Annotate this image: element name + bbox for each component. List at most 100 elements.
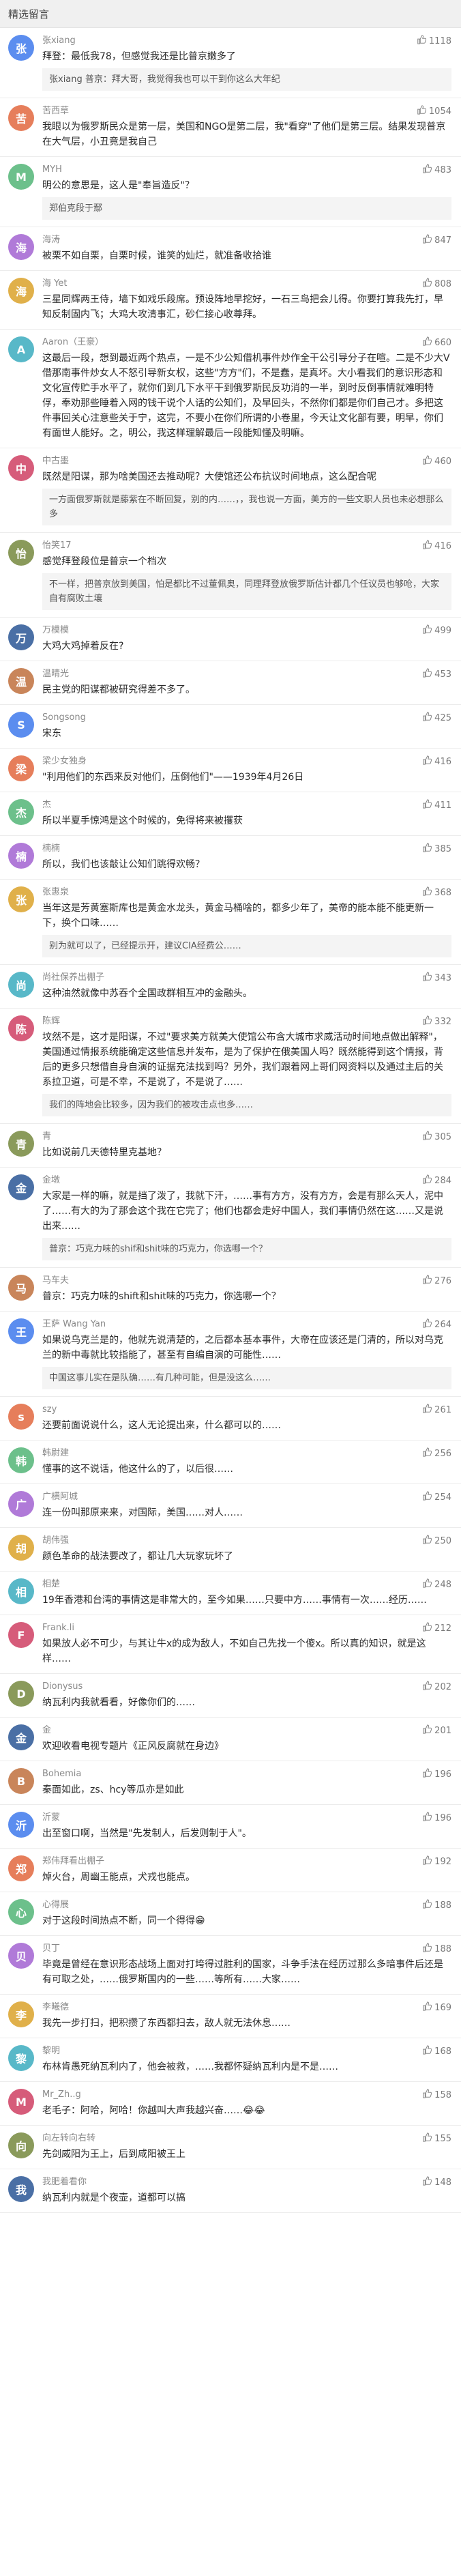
comment-author[interactable]: 海涛 — [42, 234, 451, 246]
avatar[interactable]: 梁 — [8, 755, 34, 781]
avatar[interactable]: 贝 — [8, 1943, 34, 1969]
comment-author[interactable]: Bohemia — [42, 1768, 451, 1780]
like-button[interactable]: 202 — [422, 1681, 451, 1693]
like-button[interactable]: 460 — [422, 455, 451, 467]
avatar[interactable]: M — [8, 164, 34, 190]
comment-author[interactable]: 怡笑17 — [42, 540, 451, 552]
like-button[interactable]: 332 — [422, 1015, 451, 1028]
avatar[interactable]: F — [8, 1622, 34, 1648]
avatar[interactable]: 苦 — [8, 105, 34, 131]
avatar[interactable]: 王 — [8, 1318, 34, 1344]
like-button[interactable]: 425 — [422, 712, 451, 724]
comment-author[interactable]: 向左转向右转 — [42, 2132, 451, 2145]
avatar[interactable]: 陈 — [8, 1015, 34, 1041]
like-button[interactable]: 416 — [422, 755, 451, 768]
like-button[interactable]: 256 — [422, 1447, 451, 1460]
avatar[interactable]: 马 — [8, 1275, 34, 1301]
avatar[interactable]: A — [8, 336, 34, 362]
avatar[interactable]: 郑 — [8, 1855, 34, 1881]
like-button[interactable]: 155 — [422, 2132, 451, 2145]
comment-author[interactable]: 尚社保养出棚子 — [42, 972, 451, 984]
avatar[interactable]: 胡 — [8, 1535, 34, 1561]
comment-author[interactable]: 李曦德 — [42, 2001, 451, 2014]
like-button[interactable]: 305 — [422, 1131, 451, 1143]
like-button[interactable]: 196 — [422, 1768, 451, 1780]
like-button[interactable]: 453 — [422, 668, 451, 680]
comment-author[interactable]: 心得展 — [42, 1899, 451, 1911]
avatar[interactable]: 韩 — [8, 1447, 34, 1473]
comment-author[interactable]: 黎明 — [42, 2045, 451, 2057]
like-button[interactable]: 158 — [422, 2089, 451, 2101]
like-button[interactable]: 264 — [422, 1318, 451, 1331]
avatar[interactable]: 万 — [8, 624, 34, 650]
avatar[interactable]: 张 — [8, 886, 34, 912]
avatar[interactable]: s — [8, 1404, 34, 1430]
like-button[interactable]: 148 — [422, 2176, 451, 2188]
like-button[interactable]: 368 — [422, 886, 451, 899]
comment-author[interactable]: 张xiang — [42, 35, 451, 47]
avatar[interactable]: 怡 — [8, 540, 34, 566]
like-button[interactable]: 192 — [422, 1855, 451, 1868]
comment-author[interactable]: Songsong — [42, 712, 451, 724]
like-button[interactable]: 499 — [422, 624, 451, 637]
comment-author[interactable]: Frank.li — [42, 1622, 451, 1634]
comment-author[interactable]: 金墩 — [42, 1174, 451, 1187]
like-button[interactable]: 483 — [422, 164, 451, 176]
avatar[interactable]: B — [8, 1768, 34, 1794]
comment-author[interactable]: 苦西草 — [42, 105, 451, 117]
avatar[interactable]: 相 — [8, 1578, 34, 1604]
avatar[interactable]: 杰 — [8, 799, 34, 825]
comment-author[interactable]: 万模模 — [42, 624, 451, 637]
like-button[interactable]: 188 — [422, 1943, 451, 1955]
like-button[interactable]: 343 — [422, 972, 451, 984]
like-button[interactable]: 385 — [422, 843, 451, 855]
comment-author[interactable]: 温晴光 — [42, 668, 451, 680]
like-button[interactable]: 276 — [422, 1275, 451, 1287]
like-button[interactable]: 808 — [422, 278, 451, 290]
like-button[interactable]: 1054 — [417, 105, 451, 117]
comment-author[interactable]: 楠楠 — [42, 843, 451, 855]
comment-author[interactable]: 金 — [42, 1724, 451, 1737]
comment-author[interactable]: 郑伟拜看出棚子 — [42, 1855, 451, 1868]
comment-author[interactable]: szy — [42, 1404, 451, 1416]
avatar[interactable]: M — [8, 2089, 34, 2115]
like-button[interactable]: 660 — [422, 336, 451, 349]
avatar[interactable]: 心 — [8, 1899, 34, 1925]
avatar[interactable]: 青 — [8, 1131, 34, 1157]
comment-author[interactable]: 贝丁 — [42, 1943, 451, 1955]
like-button[interactable]: 416 — [422, 540, 451, 552]
like-button[interactable]: 284 — [422, 1174, 451, 1187]
like-button[interactable]: 248 — [422, 1578, 451, 1591]
comment-author[interactable]: 杰 — [42, 799, 451, 811]
comment-author[interactable]: 韩尉建 — [42, 1447, 451, 1460]
avatar[interactable]: 我 — [8, 2176, 34, 2202]
comment-author[interactable]: 胡伟强 — [42, 1535, 451, 1547]
comment-author[interactable]: 马车夫 — [42, 1275, 451, 1287]
avatar[interactable]: 张 — [8, 35, 34, 61]
avatar[interactable]: D — [8, 1681, 34, 1707]
like-button[interactable]: 188 — [422, 1899, 451, 1911]
like-button[interactable]: 1118 — [417, 35, 451, 47]
comment-author[interactable]: 梁少女独身 — [42, 755, 451, 768]
avatar[interactable]: 李 — [8, 2001, 34, 2027]
like-button[interactable]: 411 — [422, 799, 451, 811]
comment-author[interactable]: 沂蒙 — [42, 1812, 451, 1824]
avatar[interactable]: 海 — [8, 278, 34, 304]
avatar[interactable]: 金 — [8, 1724, 34, 1750]
like-button[interactable]: 196 — [422, 1812, 451, 1824]
like-button[interactable]: 250 — [422, 1535, 451, 1547]
comment-author[interactable]: 中古墨 — [42, 455, 451, 467]
avatar[interactable]: 金 — [8, 1174, 34, 1200]
avatar[interactable]: 向 — [8, 2132, 34, 2158]
like-button[interactable]: 261 — [422, 1404, 451, 1416]
comment-author[interactable]: 广横阿城 — [42, 1491, 451, 1503]
avatar[interactable]: 尚 — [8, 972, 34, 998]
comment-author[interactable]: Mr_Zh..g — [42, 2089, 451, 2101]
comment-author[interactable]: 陈辉 — [42, 1015, 451, 1028]
avatar[interactable]: 黎 — [8, 2045, 34, 2071]
comment-author[interactable]: Aaron（王豪） — [42, 336, 451, 349]
avatar[interactable]: 沂 — [8, 1812, 34, 1838]
like-button[interactable]: 847 — [422, 234, 451, 246]
comment-author[interactable]: 我肥着看你 — [42, 2176, 451, 2188]
comment-author[interactable]: 相楚 — [42, 1578, 451, 1591]
